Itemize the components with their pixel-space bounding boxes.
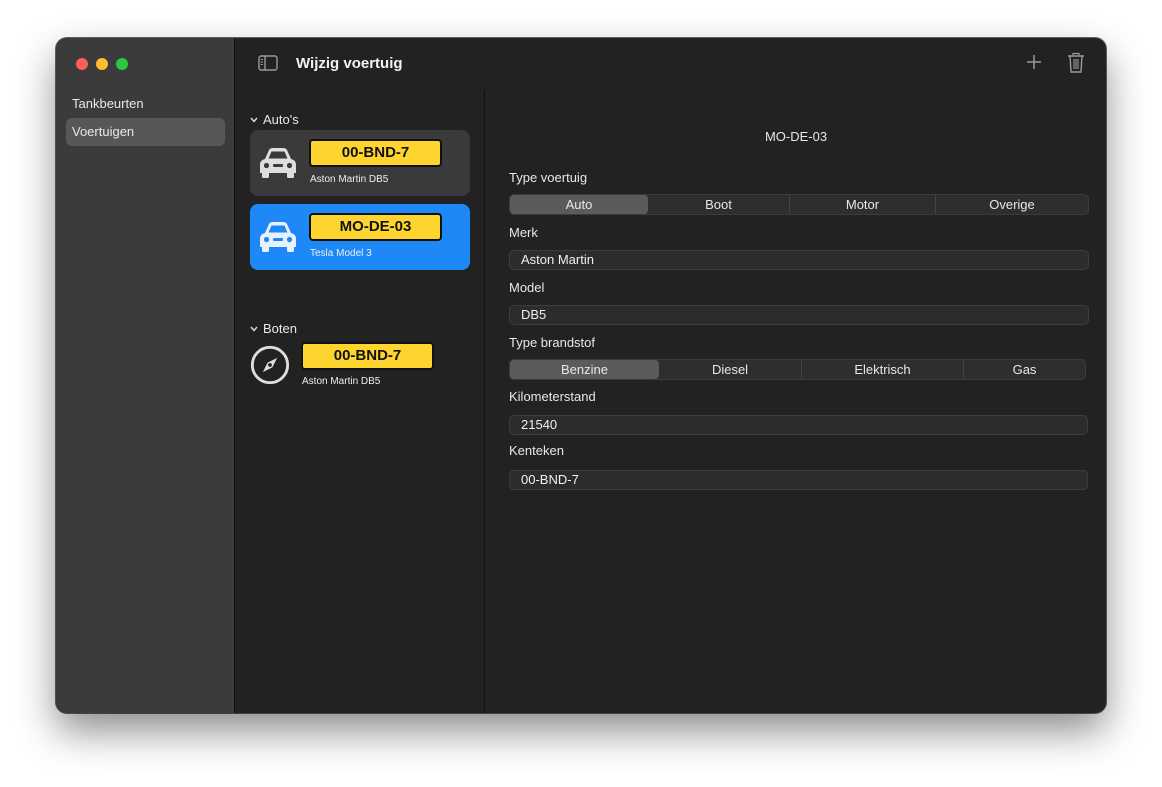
detail-header: MO-DE-03 — [764, 129, 828, 144]
section-header-boten[interactable]: Boten — [250, 321, 297, 336]
brand-label: Merk — [509, 225, 538, 240]
zoom-window-button[interactable] — [116, 58, 128, 70]
close-window-button[interactable] — [76, 58, 88, 70]
segment-motor[interactable]: Motor — [789, 195, 935, 214]
fuel-type-label: Type brandstof — [509, 335, 595, 350]
list-item[interactable]: 00-BND-7 Aston Martin DB5 — [250, 130, 470, 196]
sidebar-item-voertuigen[interactable]: Voertuigen — [66, 118, 225, 146]
segment-overige[interactable]: Overige — [935, 195, 1088, 214]
license-plate: 00-BND-7 — [309, 139, 442, 167]
segment-gas[interactable]: Gas — [963, 360, 1085, 379]
trash-icon[interactable] — [1066, 52, 1086, 74]
app-window: Tankbeurten Voertuigen Wijzig voertuig A… — [56, 38, 1106, 713]
segment-elektrisch[interactable]: Elektrisch — [801, 360, 963, 379]
section-title: Auto's — [263, 112, 299, 127]
section-header-autos[interactable]: Auto's — [250, 112, 299, 127]
car-icon — [260, 148, 296, 178]
segment-auto[interactable]: Auto — [510, 195, 648, 214]
vehicle-type-label: Type voertuig — [509, 170, 588, 185]
mileage-field[interactable]: 21540 — [509, 415, 1088, 435]
model-label: Model — [509, 280, 545, 295]
chevron-down-icon — [250, 326, 258, 332]
brand-field[interactable]: Aston Martin — [509, 250, 1089, 270]
license-plate: 00-BND-7 — [301, 342, 434, 370]
vehicle-list: Auto's 00-BND-7 Aston Martin DB5 MO-DE-0… — [236, 90, 485, 713]
segment-boot[interactable]: Boot — [648, 195, 789, 214]
sidebar-toggle-icon[interactable] — [258, 55, 278, 71]
window-title: Wijzig voertuig — [296, 55, 403, 72]
compass-icon — [250, 345, 290, 385]
list-item[interactable]: 00-BND-7 Aston Martin DB5 — [250, 339, 470, 405]
car-icon — [260, 222, 296, 252]
fuel-type-segmented-control: Benzine Diesel Elektrisch Gas — [509, 359, 1086, 380]
plate-field[interactable]: 00-BND-7 — [509, 470, 1088, 490]
license-plate: MO-DE-03 — [309, 213, 442, 241]
segment-benzine[interactable]: Benzine — [510, 360, 659, 379]
vehicle-name: Aston Martin DB5 — [310, 174, 389, 185]
list-item[interactable]: MO-DE-03 Tesla Model 3 — [250, 204, 470, 270]
add-icon[interactable] — [1024, 52, 1044, 72]
toolbar: Wijzig voertuig — [236, 38, 1106, 90]
vehicle-type-segmented-control: Auto Boot Motor Overige — [509, 194, 1089, 215]
model-field[interactable]: DB5 — [509, 305, 1089, 325]
vehicle-detail-form: MO-DE-03 Type voertuig Auto Boot Motor O… — [486, 90, 1106, 713]
section-title: Boten — [263, 321, 297, 336]
chevron-down-icon — [250, 117, 258, 123]
mileage-label: Kilometerstand — [509, 389, 596, 404]
vehicle-name: Aston Martin DB5 — [302, 376, 381, 387]
plate-label: Kenteken — [509, 443, 564, 458]
window-controls — [76, 58, 128, 70]
vehicle-name: Tesla Model 3 — [310, 248, 372, 259]
minimize-window-button[interactable] — [96, 58, 108, 70]
segment-diesel[interactable]: Diesel — [659, 360, 801, 379]
sidebar-item-tankbeurten[interactable]: Tankbeurten — [66, 90, 225, 118]
sidebar: Tankbeurten Voertuigen — [56, 38, 235, 713]
